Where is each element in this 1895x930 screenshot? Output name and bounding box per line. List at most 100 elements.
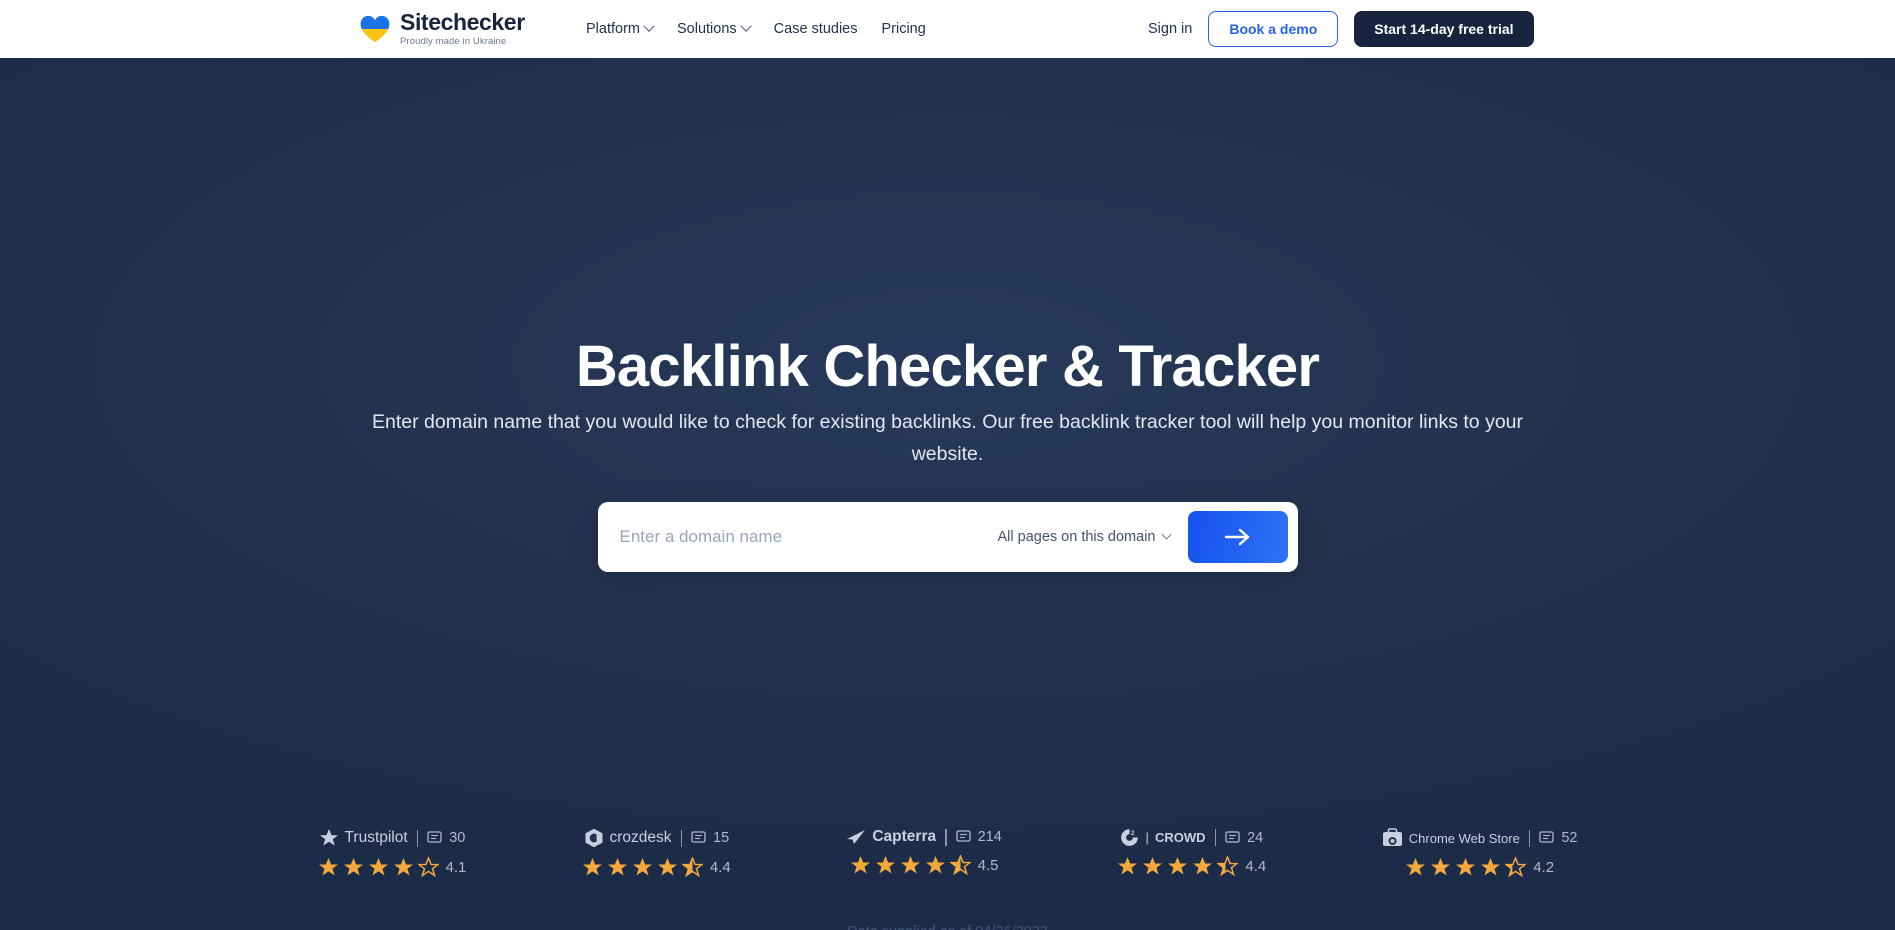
rating-reviews-count: 30 <box>449 830 466 846</box>
start-free-trial-button[interactable]: Start 14-day free trial <box>1354 11 1534 47</box>
comment-icon <box>1539 831 1554 843</box>
rating-score: 4.4 <box>709 859 731 876</box>
rating-score: 4.5 <box>977 857 999 874</box>
chrome-web-store-icon <box>1382 828 1402 846</box>
rating-reviews-g2crowd: 24 <box>1225 830 1263 846</box>
nav-item-case-studies[interactable]: Case studies <box>774 21 858 37</box>
star-full-icon <box>850 856 870 874</box>
rating-card-trustpilot[interactable]: Trustpilot 30 4.1 <box>318 828 467 878</box>
rating-card-g2crowd[interactable]: 2 | CROWD 24 4.4 <box>1117 828 1266 877</box>
rating-brand-label: CROWD <box>1155 830 1206 845</box>
divider <box>680 829 683 847</box>
domain-search-bar: All pages on this domain <box>597 502 1298 572</box>
rating-reviews-count: 52 <box>1561 830 1578 846</box>
ukraine-heart-logo-icon <box>360 15 390 42</box>
nav-item-solutions-label: Solutions <box>677 21 737 37</box>
rating-brand-label: Capterra <box>872 828 937 845</box>
rating-brand-chrome-web-store: Chrome Web Store <box>1382 828 1520 848</box>
book-a-demo-button[interactable]: Book a demo <box>1208 11 1339 47</box>
star-full-icon <box>875 856 895 874</box>
divider <box>1214 829 1217 846</box>
rating-reviews-capterra: 214 <box>955 829 1002 845</box>
rating-brand-g2crowd: 2 | CROWD <box>1120 828 1206 847</box>
rating-brand-label: crozdesk <box>609 829 672 846</box>
comment-icon <box>1225 830 1240 843</box>
page-title: Backlink Checker & Tracker <box>575 334 1320 399</box>
search-scope-label: All pages on this domain <box>997 529 1156 545</box>
divider <box>416 829 419 847</box>
rating-reviews-count: 15 <box>713 830 730 846</box>
search-submit-button[interactable] <box>1187 511 1288 563</box>
star-rating-crozdesk <box>582 857 703 878</box>
star-half-icon <box>1217 856 1239 877</box>
rating-card-crozdesk[interactable]: crozdesk 15 4.4 <box>582 828 731 878</box>
rating-score: 4.2 <box>1533 859 1555 876</box>
star-full-icon <box>1406 858 1426 876</box>
rating-reviews-chrome-web-store: 52 <box>1539 830 1577 846</box>
comment-icon <box>955 830 971 842</box>
star-rating-trustpilot <box>318 857 439 878</box>
star-full-icon <box>607 858 627 876</box>
logo-brand-name: Sitechecker <box>400 9 525 35</box>
star-full-icon <box>1431 858 1451 876</box>
star-full-icon <box>657 858 677 876</box>
header-actions: Sign in Book a demo Start 14-day free tr… <box>1148 0 1534 58</box>
star-half-icon <box>1505 857 1527 878</box>
ratings-footnote: Data supplied as of 04/26/2023 <box>0 924 1895 930</box>
rating-score: 4.4 <box>1245 858 1267 875</box>
trustpilot-star-icon <box>319 829 338 846</box>
star-full-icon <box>582 858 602 876</box>
rating-reviews-trustpilot: 30 <box>427 830 465 846</box>
nav-item-pricing[interactable]: Pricing <box>881 21 925 37</box>
capterra-icon <box>847 830 866 844</box>
ratings-row: Trustpilot 30 4.1 crozdesk 15 4.4 Capter… <box>318 828 1578 878</box>
domain-search-input[interactable] <box>619 527 998 547</box>
rating-brand-capterra: Capterra <box>846 828 936 846</box>
star-rating-capterra <box>850 855 971 876</box>
rating-reviews-count: 24 <box>1247 829 1264 846</box>
star-full-icon <box>1118 857 1138 875</box>
star-full-icon <box>1193 857 1213 875</box>
star-half-icon <box>681 857 703 878</box>
divider <box>945 828 947 846</box>
star-full-icon <box>900 856 920 874</box>
search-scope-dropdown[interactable]: All pages on this domain <box>997 529 1171 545</box>
rating-brand-label: Chrome Web Store <box>1408 830 1520 846</box>
nav-item-pricing-label: Pricing <box>881 21 926 37</box>
nav-item-case-studies-label: Case studies <box>773 21 858 37</box>
primary-nav: Platform Solutions Case studies Pricing <box>586 0 926 58</box>
star-full-icon <box>1168 857 1188 875</box>
hero-subtitle: Enter domain name that you would like to… <box>371 411 1524 465</box>
rating-brand-trustpilot: Trustpilot <box>319 828 408 848</box>
rating-reviews-count: 214 <box>977 829 1002 845</box>
divider <box>1528 829 1531 847</box>
star-full-icon <box>925 856 945 874</box>
star-full-icon <box>1456 858 1476 876</box>
logo[interactable]: Sitechecker Proudly made in Ukraine <box>360 11 525 47</box>
chevron-down-icon <box>643 20 655 32</box>
star-full-icon <box>393 858 413 876</box>
comment-icon <box>691 831 706 843</box>
star-full-icon <box>343 858 363 876</box>
rating-brand-crozdesk: crozdesk <box>584 828 672 848</box>
star-rating-chrome-web-store <box>1405 857 1527 878</box>
star-full-icon <box>1481 858 1501 876</box>
rating-card-chrome-web-store[interactable]: Chrome Web Store 52 4.2 <box>1382 828 1577 878</box>
sign-in-link[interactable]: Sign in <box>1148 21 1192 37</box>
hero-section: Backlink Checker & Tracker Enter domain … <box>0 58 1895 930</box>
svg-text:2: 2 <box>1131 830 1135 837</box>
chevron-down-icon <box>739 20 752 32</box>
star-full-icon <box>318 858 338 876</box>
star-full-icon <box>1143 857 1163 875</box>
rating-card-capterra[interactable]: Capterra 214 4.5 <box>846 828 1002 876</box>
crozdesk-icon <box>585 828 603 848</box>
rating-score: 4.1 <box>445 859 467 876</box>
star-rating-g2crowd <box>1117 856 1239 877</box>
rating-reviews-crozdesk: 15 <box>691 830 729 846</box>
arrow-right-icon <box>1224 528 1249 546</box>
star-half-icon <box>949 855 971 876</box>
logo-tagline: Proudly made in Ukraine <box>400 36 507 47</box>
nav-item-solutions[interactable]: Solutions <box>677 20 752 37</box>
nav-item-platform[interactable]: Platform <box>586 20 655 37</box>
star-empty-icon <box>417 857 439 878</box>
